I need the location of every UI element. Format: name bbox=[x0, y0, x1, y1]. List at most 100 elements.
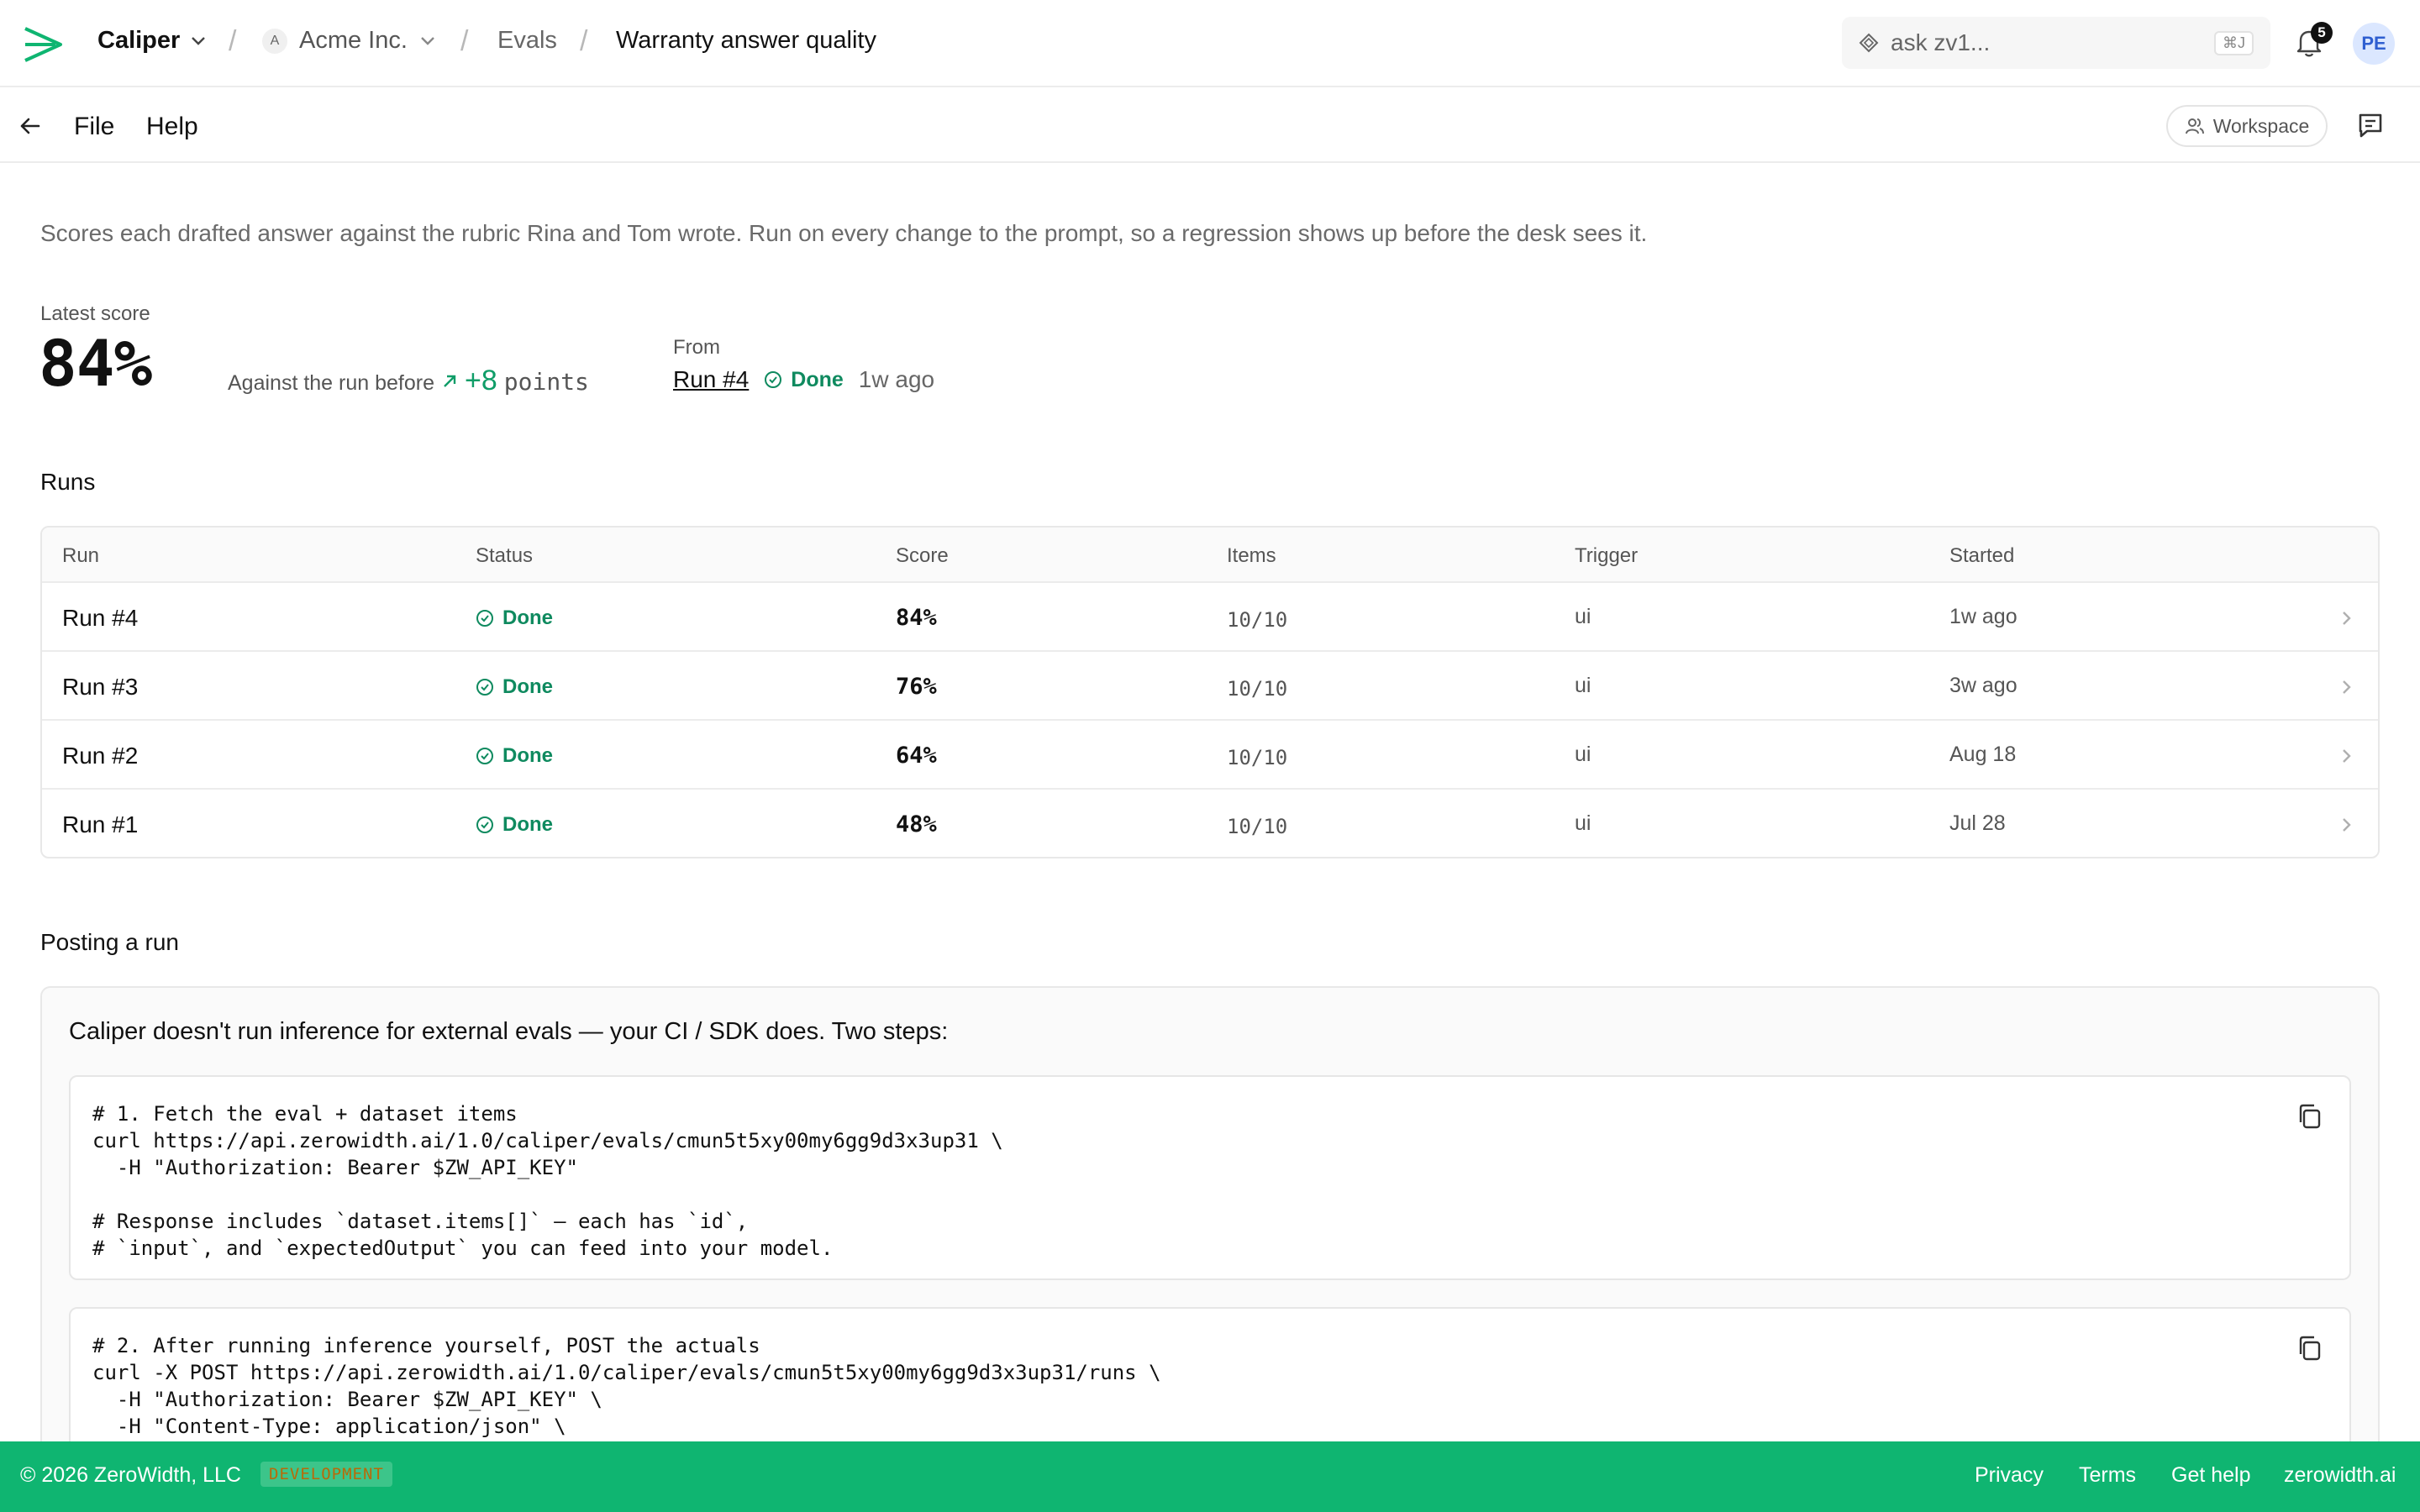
footer-link-website[interactable]: zerowidth.ai bbox=[2284, 1463, 2396, 1488]
comments-icon[interactable] bbox=[2356, 111, 2385, 139]
status-badge: Done bbox=[476, 675, 553, 699]
status-badge: Done bbox=[476, 744, 553, 768]
against-label: Against the run before bbox=[228, 371, 434, 395]
latest-score-label: Latest score bbox=[40, 302, 150, 325]
chevron-right-icon bbox=[2343, 612, 2351, 625]
run-items: 10/10 bbox=[1227, 746, 1288, 769]
status-badge: Done bbox=[476, 813, 553, 837]
run-name: Run #1 bbox=[62, 811, 139, 837]
run-items: 10/10 bbox=[1227, 677, 1288, 701]
latest-score-value: 84% bbox=[39, 326, 152, 401]
check-circle-icon bbox=[476, 748, 493, 764]
workspace-button[interactable]: Workspace bbox=[2166, 105, 2328, 147]
org-switcher[interactable]: A Acme Inc. bbox=[262, 27, 436, 55]
footer-link-privacy[interactable]: Privacy bbox=[1975, 1463, 2044, 1488]
status-label: Done bbox=[502, 606, 553, 629]
run-trigger: ui bbox=[1575, 605, 1591, 628]
breadcrumb-evals[interactable]: Evals bbox=[497, 27, 557, 55]
copy-icon[interactable] bbox=[2296, 1102, 2324, 1131]
status-label: Done bbox=[502, 744, 553, 767]
from-label: From bbox=[673, 336, 720, 359]
back-arrow-icon[interactable] bbox=[17, 113, 44, 139]
footer: © 2026 ZeroWidth, LLC DEVELOPMENT Privac… bbox=[0, 1441, 2420, 1512]
run-trigger: ui bbox=[1575, 674, 1591, 697]
search-input[interactable]: ask zv1... ⌘J bbox=[1842, 17, 2270, 69]
copy-icon[interactable] bbox=[2296, 1334, 2324, 1362]
runs-heading: Runs bbox=[40, 469, 96, 495]
code-block-step1: # 1. Fetch the eval + dataset items curl… bbox=[69, 1075, 2351, 1280]
footer-link-get-help[interactable]: Get help bbox=[2171, 1463, 2251, 1488]
chevron-right-icon bbox=[2343, 749, 2351, 763]
run-started: Jul 28 bbox=[1949, 811, 2006, 835]
run-started: 1w ago bbox=[1949, 605, 2018, 628]
column-header-trigger: Trigger bbox=[1575, 544, 1639, 567]
check-circle-icon bbox=[476, 816, 493, 833]
posting-intro: Caliper doesn't run inference for extern… bbox=[69, 1018, 949, 1045]
run-started: 3w ago bbox=[1949, 674, 2018, 697]
column-header-started: Started bbox=[1949, 544, 2015, 567]
caliper-logo-icon[interactable] bbox=[22, 24, 66, 66]
delta-value: +8 bbox=[465, 365, 497, 396]
menu-file[interactable]: File bbox=[74, 113, 114, 141]
breadcrumb-current: Warranty answer quality bbox=[616, 27, 876, 54]
runs-table: Run Status Score Items Trigger Started R… bbox=[40, 526, 2380, 858]
app-switcher[interactable]: Caliper bbox=[97, 27, 207, 55]
column-header-score: Score bbox=[896, 544, 949, 567]
check-circle-icon bbox=[476, 679, 493, 696]
users-icon bbox=[2185, 118, 2204, 134]
check-circle-icon bbox=[765, 371, 782, 388]
from-ago: 1w ago bbox=[858, 366, 935, 392]
top-bar: Caliper / A Acme Inc. / Evals / Warranty… bbox=[0, 0, 2420, 87]
from-run-row: Run #4 Done 1w ago bbox=[673, 366, 934, 393]
workspace-label: Workspace bbox=[2212, 114, 2310, 137]
search-shortcut: ⌘J bbox=[2214, 30, 2254, 55]
environment-badge: DEVELOPMENT bbox=[260, 1462, 392, 1487]
breadcrumb-separator: / bbox=[460, 25, 469, 57]
status-badge: Done bbox=[476, 606, 553, 630]
copyright: © 2026 ZeroWidth, LLC bbox=[20, 1463, 241, 1487]
chevron-right-icon bbox=[2343, 818, 2351, 832]
check-circle-icon bbox=[476, 610, 493, 627]
arrow-up-right-icon bbox=[444, 375, 456, 387]
chevron-down-icon bbox=[421, 36, 434, 45]
column-header-items: Items bbox=[1227, 544, 1276, 567]
menu-bar: File Help Workspace bbox=[0, 89, 2420, 163]
menu-help[interactable]: Help bbox=[146, 113, 198, 141]
code-step1: # 1. Fetch the eval + dataset items curl… bbox=[92, 1102, 1003, 1260]
chevron-right-icon bbox=[2343, 680, 2351, 694]
posting-heading: Posting a run bbox=[40, 929, 179, 955]
breadcrumb-separator: / bbox=[580, 25, 588, 57]
status-label: Done bbox=[502, 813, 553, 836]
score-delta: Against the run before +8 points bbox=[228, 365, 589, 397]
run-items: 10/10 bbox=[1227, 815, 1288, 838]
from-run-link[interactable]: Run #4 bbox=[673, 366, 749, 393]
breadcrumb-separator: / bbox=[229, 25, 237, 57]
run-name: Run #4 bbox=[62, 605, 139, 631]
code-step2: # 2. After running inference yourself, P… bbox=[92, 1334, 1161, 1438]
delta-unit: points bbox=[503, 368, 589, 396]
run-score: 76% bbox=[896, 674, 937, 700]
org-name: Acme Inc. bbox=[299, 27, 408, 54]
app-name: Caliper bbox=[97, 27, 181, 54]
table-row[interactable]: Run #1 Done 48% 10/10 ui Jul 28 bbox=[42, 790, 2378, 857]
run-name: Run #3 bbox=[62, 674, 139, 700]
user-avatar[interactable]: PE bbox=[2353, 23, 2395, 65]
table-row[interactable]: Run #3 Done 76% 10/10 ui 3w ago bbox=[42, 652, 2378, 721]
column-header-status: Status bbox=[476, 544, 534, 567]
table-row[interactable]: Run #4 Done 84% 10/10 ui 1w ago bbox=[42, 583, 2378, 652]
footer-link-terms[interactable]: Terms bbox=[2079, 1463, 2136, 1488]
run-trigger: ui bbox=[1575, 743, 1591, 766]
run-score: 64% bbox=[896, 743, 937, 769]
column-header-run: Run bbox=[62, 544, 100, 567]
org-avatar: A bbox=[262, 28, 287, 54]
status-badge: Done bbox=[764, 368, 844, 392]
run-items: 10/10 bbox=[1227, 608, 1288, 632]
notification-count-badge: 5 bbox=[2311, 22, 2333, 44]
status-label: Done bbox=[791, 367, 844, 391]
search-placeholder: ask zv1... bbox=[1891, 29, 1991, 55]
run-score: 48% bbox=[896, 811, 937, 837]
run-started: Aug 18 bbox=[1949, 743, 2017, 766]
chevron-down-icon bbox=[192, 36, 206, 45]
run-name: Run #2 bbox=[62, 743, 139, 769]
table-row[interactable]: Run #2 Done 64% 10/10 ui Aug 18 bbox=[42, 721, 2378, 790]
